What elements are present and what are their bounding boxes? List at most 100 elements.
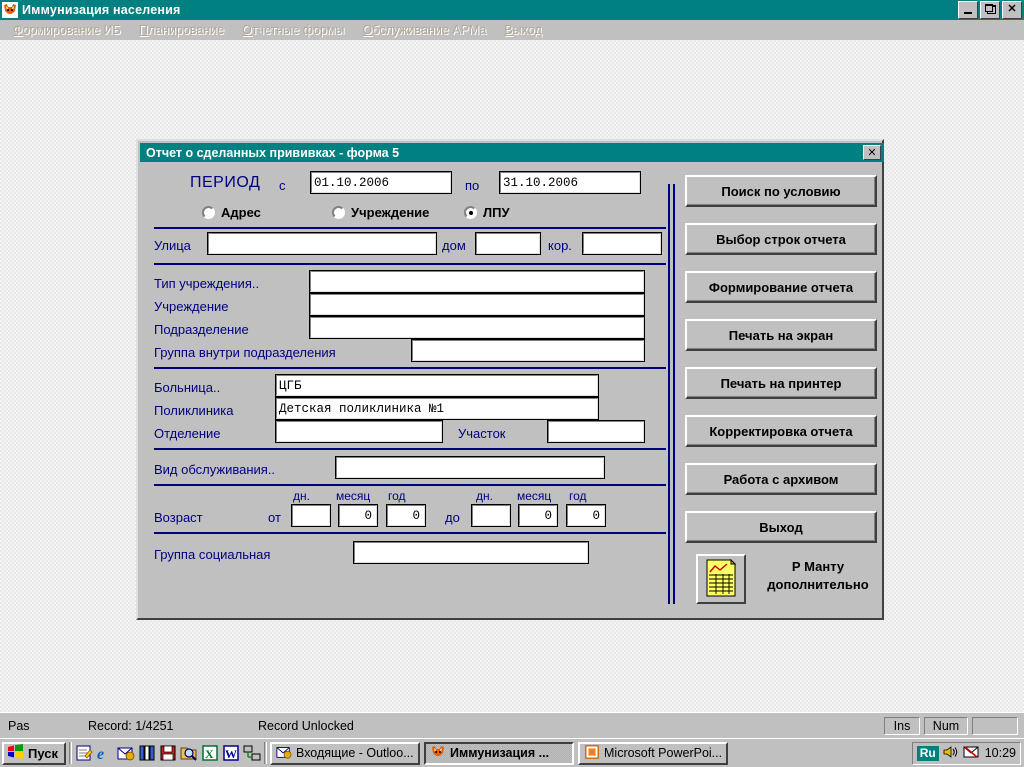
close-button[interactable]: ✕	[1002, 1, 1022, 19]
age-from-year-unit: год	[388, 489, 406, 503]
network-icon[interactable]	[243, 744, 261, 762]
restore-button[interactable]	[980, 1, 1000, 19]
polyclinic-label: Поликлиника	[154, 403, 234, 418]
save-disk-icon[interactable]	[159, 744, 177, 762]
age-from-month-input[interactable]: 0	[338, 504, 378, 527]
svg-text:W: W	[225, 747, 237, 761]
radio-address[interactable]: Адрес	[202, 205, 261, 220]
house-input[interactable]	[475, 232, 541, 255]
age-from-days-input[interactable]	[291, 504, 331, 527]
division-input[interactable]	[309, 316, 645, 339]
period-from-input[interactable]: 01.10.2006	[310, 171, 452, 194]
age-to-year-input[interactable]: 0	[566, 504, 606, 527]
work-with-archive-button[interactable]: Работа с архивом	[685, 463, 877, 495]
app-title: Иммунизация населения	[22, 3, 181, 17]
separator-5	[154, 484, 666, 486]
internet-explorer-icon[interactable]: e	[96, 744, 114, 763]
separator-6	[154, 532, 666, 534]
status-record: Record: 1/4251	[88, 718, 174, 733]
age-label: Возраст	[154, 510, 203, 525]
report-dialog: Отчет о сделанных прививках - форма 5 ✕ …	[136, 139, 884, 620]
task-button-immunization-label: Иммунизация ...	[450, 746, 550, 760]
institution-input[interactable]	[309, 293, 645, 316]
screen: Иммунизация населения ✕ Формирование ИБ …	[0, 0, 1024, 767]
department-input[interactable]	[275, 420, 443, 443]
task-button-immunization[interactable]: Иммунизация ...	[424, 741, 574, 765]
start-button[interactable]: Пуск	[2, 741, 66, 765]
exit-button[interactable]: Выход	[685, 511, 877, 543]
clock[interactable]: 10:29	[983, 746, 1016, 760]
books-icon[interactable]	[138, 744, 156, 762]
print-to-screen-button[interactable]: Печать на экран	[685, 319, 877, 351]
menu-item-vyhod[interactable]: Выход	[495, 21, 550, 39]
excel-icon[interactable]: X	[201, 744, 219, 762]
street-label: Улица	[154, 238, 191, 253]
status-mode: Pas	[8, 718, 30, 733]
separator-4	[154, 448, 666, 450]
separator-1	[154, 227, 666, 229]
hospital-input[interactable]: ЦГБ	[275, 374, 599, 397]
department-label: Отделение	[154, 426, 221, 441]
menu-item-obsluzhivanie-arma[interactable]: Обслуживание АРМа	[353, 21, 495, 39]
mantu-report-button[interactable]	[696, 554, 746, 604]
find-folder-icon[interactable]	[180, 744, 198, 762]
building-input[interactable]	[582, 232, 662, 255]
generate-report-button[interactable]: Формирование отчета	[685, 271, 877, 303]
polyclinic-input[interactable]: Детская поликлиника №1	[275, 397, 599, 420]
subdivision-group-input[interactable]	[411, 339, 645, 362]
age-from-year-input[interactable]: 0	[386, 504, 426, 527]
age-from-label: от	[268, 510, 281, 525]
service-type-input[interactable]	[335, 456, 605, 479]
task-button-powerpoint[interactable]: Microsoft PowerPoi...	[578, 741, 729, 765]
speaker-icon[interactable]	[943, 745, 959, 762]
institution-type-input[interactable]	[309, 270, 645, 293]
mail-icon[interactable]	[963, 745, 979, 762]
age-to-days-unit: дн.	[476, 489, 493, 503]
select-report-rows-button[interactable]: Выбор строк отчета	[685, 223, 877, 255]
age-to-month-input[interactable]: 0	[518, 504, 558, 527]
correct-report-button[interactable]: Корректировка отчета	[685, 415, 877, 447]
notepad-icon[interactable]	[75, 744, 93, 762]
hospital-label: Больница..	[154, 380, 221, 395]
age-to-days-input[interactable]	[471, 504, 511, 527]
outlook-icon[interactable]	[117, 744, 135, 762]
dialog-title: Отчет о сделанных прививках - форма 5	[146, 145, 400, 160]
status-extra	[972, 716, 1018, 735]
windows-logo-icon	[7, 744, 24, 762]
dialog-close-button[interactable]: ✕	[863, 145, 881, 160]
language-indicator[interactable]: Ru	[916, 745, 939, 761]
age-to-year-unit: год	[569, 489, 587, 503]
institution-type-label: Тип учреждения..	[154, 276, 260, 291]
age-to-label: до	[445, 510, 460, 525]
mantu-label-line1: Р Манту	[791, 559, 845, 574]
building-label: кор.	[548, 238, 572, 253]
street-input[interactable]	[207, 232, 437, 255]
status-lock: Record Unlocked	[258, 718, 354, 733]
actions-panel: Поиск по условию Выбор строк отчета Форм…	[678, 162, 884, 618]
radio-lpu-dot[interactable]	[464, 206, 477, 219]
radio-institution[interactable]: Учреждение	[332, 205, 429, 220]
minimize-button[interactable]	[958, 1, 978, 19]
uchastok-label: Участок	[458, 426, 506, 441]
social-group-input[interactable]	[353, 541, 589, 564]
taskbar-divider-1	[69, 742, 72, 764]
radio-lpu-label: ЛПУ	[483, 205, 510, 220]
taskbar: Пуск e X W Входящие - Outloo... Иммуниза…	[0, 738, 1024, 767]
dialog-title-bar: Отчет о сделанных прививках - форма 5 ✕	[140, 143, 884, 162]
uchastok-input[interactable]	[547, 420, 645, 443]
task-button-outlook[interactable]: Входящие - Outloo...	[270, 741, 420, 765]
period-to-input[interactable]: 31.10.2006	[499, 171, 641, 194]
menu-item-otchetnye-formy[interactable]: Отчетные формы	[233, 21, 353, 39]
report-sheet-icon	[705, 558, 737, 600]
radio-lpu[interactable]: ЛПУ	[464, 205, 510, 220]
menu-item-planirovanie[interactable]: Планирование	[130, 21, 233, 39]
radio-address-dot[interactable]	[202, 206, 215, 219]
search-by-condition-button[interactable]: Поиск по условию	[685, 175, 877, 207]
menu-item-formirovanie[interactable]: Формирование ИБ	[4, 21, 130, 39]
powerpoint-icon	[584, 744, 600, 763]
radio-institution-dot[interactable]	[332, 206, 345, 219]
print-to-printer-button[interactable]: Печать на принтер	[685, 367, 877, 399]
period-from-label: с	[279, 178, 286, 193]
app-title-bar: Иммунизация населения ✕	[0, 0, 1024, 20]
word-icon[interactable]: W	[222, 744, 240, 762]
